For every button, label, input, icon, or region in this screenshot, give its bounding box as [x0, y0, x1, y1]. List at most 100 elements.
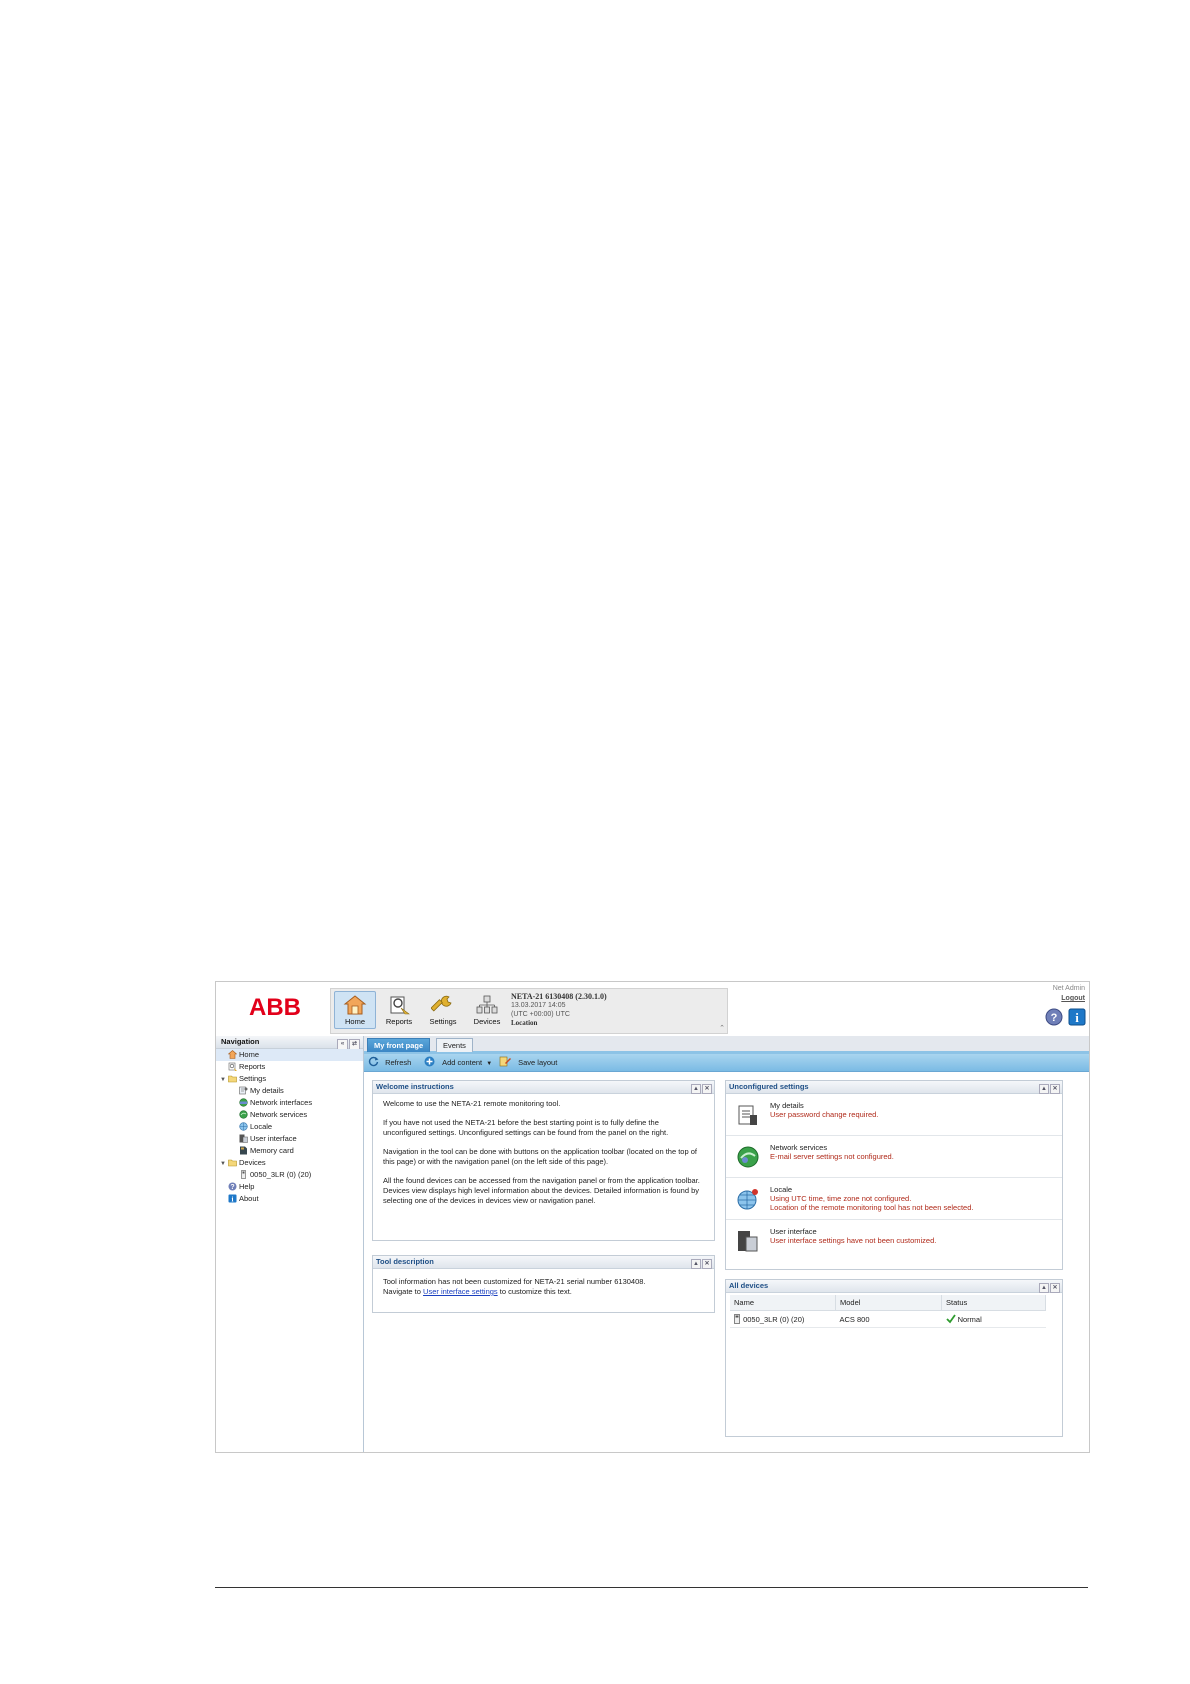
column-header-name[interactable]: Name — [730, 1295, 836, 1311]
toolbar-settings-button[interactable]: Settings — [422, 991, 464, 1029]
unconfigured-settings-panel: Unconfigured settings ▲ ✕ My details User… — [725, 1080, 1063, 1270]
help-icon[interactable]: ? — [1045, 1008, 1063, 1028]
tool-text: Tool information has not been customized… — [383, 1277, 646, 1286]
minimize-icon[interactable]: ▲ — [1039, 1283, 1049, 1293]
save-layout-icon — [499, 1056, 511, 1067]
check-icon — [945, 1314, 956, 1324]
panel-body: Welcome to use the NETA-21 remote monito… — [373, 1094, 714, 1220]
unconfigured-item[interactable]: Locale Using UTC time, time zone not con… — [726, 1178, 1062, 1220]
device-name: 0050_3LR (0) (20) — [743, 1315, 805, 1324]
device-model-cell: ACS 800 — [835, 1310, 942, 1328]
toolbar-label: Home — [344, 1017, 365, 1026]
panel-body: Tool information has not been customized… — [373, 1269, 714, 1302]
user-interface-settings-link[interactable]: User interface settings — [423, 1287, 498, 1296]
user-area: Net Admin Logout — [1053, 984, 1085, 1004]
unconfigured-item[interactable]: User interface User interface settings h… — [726, 1220, 1062, 1261]
close-icon[interactable]: ✕ — [1050, 1283, 1060, 1293]
close-icon[interactable]: ✕ — [702, 1259, 712, 1269]
svg-text:ABB: ABB — [249, 994, 301, 1020]
folder-icon — [228, 1075, 237, 1083]
nav-item-settings[interactable]: ▼ Settings — [216, 1073, 363, 1085]
drive-icon — [734, 1314, 740, 1324]
tab-bar: My front page Events — [364, 1036, 1089, 1054]
nav-item-user-interface[interactable]: User interface — [216, 1133, 363, 1145]
save-layout-label: Save layout — [518, 1058, 558, 1067]
close-icon[interactable]: ✕ — [1050, 1084, 1060, 1094]
nav-item-network-services[interactable]: Network services — [216, 1109, 363, 1121]
reports-icon — [228, 1062, 237, 1071]
device-status-cell: Normal — [941, 1310, 1046, 1328]
locale-icon — [737, 1189, 758, 1210]
welcome-text: If you have not used the NETA-21 before … — [383, 1118, 669, 1137]
minimize-icon[interactable]: ▲ — [691, 1084, 701, 1094]
unconfigured-item[interactable]: My details User password change required… — [726, 1094, 1062, 1136]
abb-logo: ABB — [249, 994, 301, 1020]
unconfigured-item[interactable]: Network services E-mail server settings … — [726, 1136, 1062, 1178]
user-name: Net Admin — [1052, 985, 1085, 992]
nav-item-devices[interactable]: ▼ Devices — [216, 1157, 363, 1169]
nav-item-help[interactable]: ? Help — [216, 1181, 363, 1193]
dropdown-arrow-icon: ▼ — [486, 1061, 493, 1067]
device-timezone: (UTC +00:00) UTC — [511, 1011, 570, 1018]
panel-header: All devices ▲ ✕ — [726, 1280, 1062, 1293]
welcome-instructions-panel: Welcome instructions ▲ ✕ Welcome to use t… — [372, 1080, 715, 1241]
add-content-label: Add content — [442, 1058, 483, 1067]
refresh-button[interactable]: Refresh — [368, 1054, 411, 1071]
nav-item-reports[interactable]: Reports — [216, 1061, 363, 1073]
toolbar-devices-button[interactable]: Devices — [466, 991, 508, 1029]
collapse-header-icon[interactable]: ⌃ — [719, 1024, 725, 1032]
nav-item-network-interfaces[interactable]: Network interfaces — [216, 1097, 363, 1109]
nav-item-label: My details — [250, 1086, 284, 1095]
nav-item-memory-card[interactable]: Memory card — [216, 1145, 363, 1157]
add-content-button[interactable]: Add content ▼ — [424, 1054, 492, 1073]
nav-item-label: Reports — [239, 1062, 266, 1071]
setting-warning: User password change required. — [770, 1110, 879, 1119]
tool-text: Navigate to User interface settings to c… — [383, 1287, 704, 1297]
setting-warning: E-mail server settings not configured. — [770, 1152, 894, 1161]
table-row[interactable]: 0050_3LR (0) (20) ACS 800 Normal — [730, 1310, 1046, 1328]
nav-item-device[interactable]: 0050_3LR (0) (20) — [216, 1169, 363, 1181]
minimize-icon[interactable]: ▲ — [1039, 1084, 1049, 1094]
panel-title: Tool description — [376, 1257, 434, 1266]
panel-title: Unconfigured settings — [729, 1082, 809, 1091]
reports-icon — [390, 996, 410, 1015]
app-header: ABB Home Reports Settings Devices NETA-2… — [216, 982, 1089, 1036]
save-layout-button[interactable]: Save layout — [499, 1054, 557, 1071]
wrench-icon — [431, 995, 452, 1012]
nav-item-about[interactable]: i About — [216, 1193, 363, 1205]
memory-card-icon — [240, 1146, 247, 1155]
info-icon: i — [228, 1194, 237, 1203]
nav-item-label: 0050_3LR (0) (20) — [250, 1170, 312, 1179]
page-bottom-rule — [215, 1587, 1088, 1588]
minimize-icon[interactable]: ▲ — [691, 1259, 701, 1269]
nav-item-locale[interactable]: Locale — [216, 1121, 363, 1133]
tab-events[interactable]: Events — [436, 1038, 473, 1052]
nav-item-home[interactable]: Home — [216, 1049, 363, 1061]
logout-link[interactable]: Logout — [1053, 994, 1085, 1004]
network-services-icon — [239, 1110, 248, 1119]
device-location: Location — [511, 1019, 538, 1027]
setting-name: User interface — [770, 1227, 817, 1236]
toolbar-label: Reports — [385, 1017, 413, 1026]
panel-header: Unconfigured settings ▲ ✕ — [726, 1081, 1062, 1094]
panel-title: Welcome instructions — [376, 1082, 454, 1091]
network-interfaces-icon — [239, 1098, 248, 1107]
toolbar-home-button[interactable]: Home — [334, 991, 376, 1029]
nav-item-label: Settings — [239, 1074, 267, 1083]
navigation-panel: Navigation «⇄ Home Reports ▼ Settings My … — [216, 1036, 367, 1452]
nav-item-my-details[interactable]: My details — [216, 1085, 363, 1097]
device-datetime: 13.03.2017 14:05 — [511, 1002, 566, 1009]
welcome-text: Welcome to use the NETA-21 remote monito… — [383, 1099, 561, 1108]
toolbar-reports-button[interactable]: Reports — [378, 991, 420, 1029]
close-icon[interactable]: ✕ — [702, 1084, 712, 1094]
svg-text:?: ? — [230, 1184, 234, 1191]
column-header-status[interactable]: Status — [941, 1295, 1046, 1311]
info-icon[interactable]: i — [1068, 1008, 1086, 1028]
nav-item-label: Network services — [250, 1110, 308, 1119]
column-header-model[interactable]: Model — [835, 1295, 942, 1311]
nav-item-label: User interface — [250, 1134, 297, 1143]
main-area: My front page Events Refresh Add content… — [364, 1036, 1089, 1452]
nav-item-label: Devices — [239, 1158, 266, 1167]
locale-icon — [239, 1122, 248, 1131]
tab-my-front-page[interactable]: My front page — [367, 1038, 431, 1052]
